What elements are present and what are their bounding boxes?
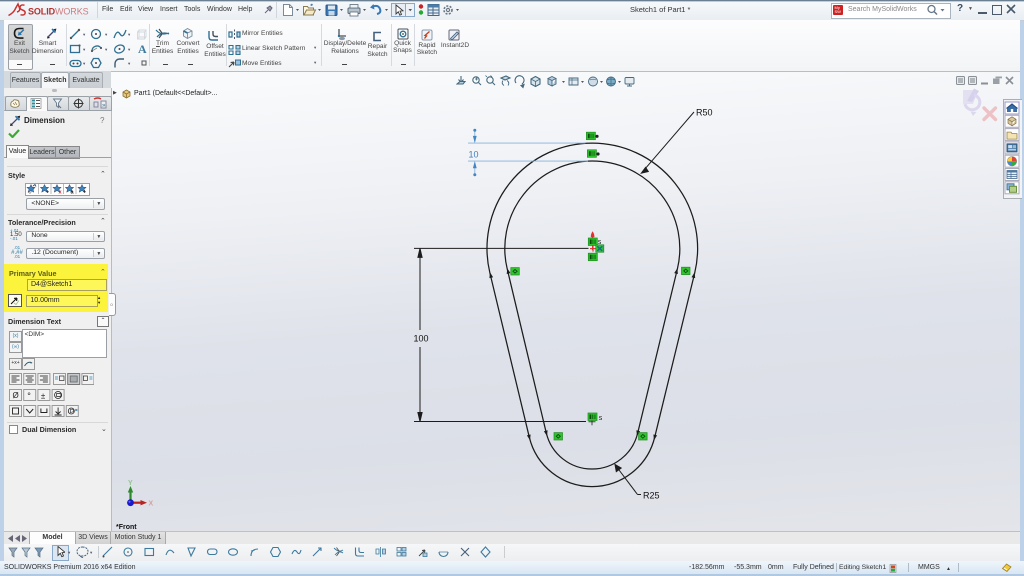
svg-text:s: s xyxy=(599,415,603,422)
svg-text:R25: R25 xyxy=(643,491,660,501)
svg-text:+: + xyxy=(46,189,49,194)
svg-text:Y: Y xyxy=(128,480,133,487)
svg-text:SOLIDWORKS: SOLIDWORKS xyxy=(28,7,89,17)
svg-text:a: a xyxy=(70,189,74,194)
svg-text:Ø: Ø xyxy=(13,391,19,400)
svg-text:100: 100 xyxy=(413,334,428,344)
svg-text:±: ± xyxy=(41,392,46,401)
svg-text:+: + xyxy=(83,189,86,194)
svg-text:X: X xyxy=(149,501,154,508)
svg-text:x: x xyxy=(58,189,62,194)
svg-text:R50: R50 xyxy=(696,108,713,118)
svg-text:°: ° xyxy=(27,391,31,401)
svg-text:10: 10 xyxy=(468,150,478,160)
